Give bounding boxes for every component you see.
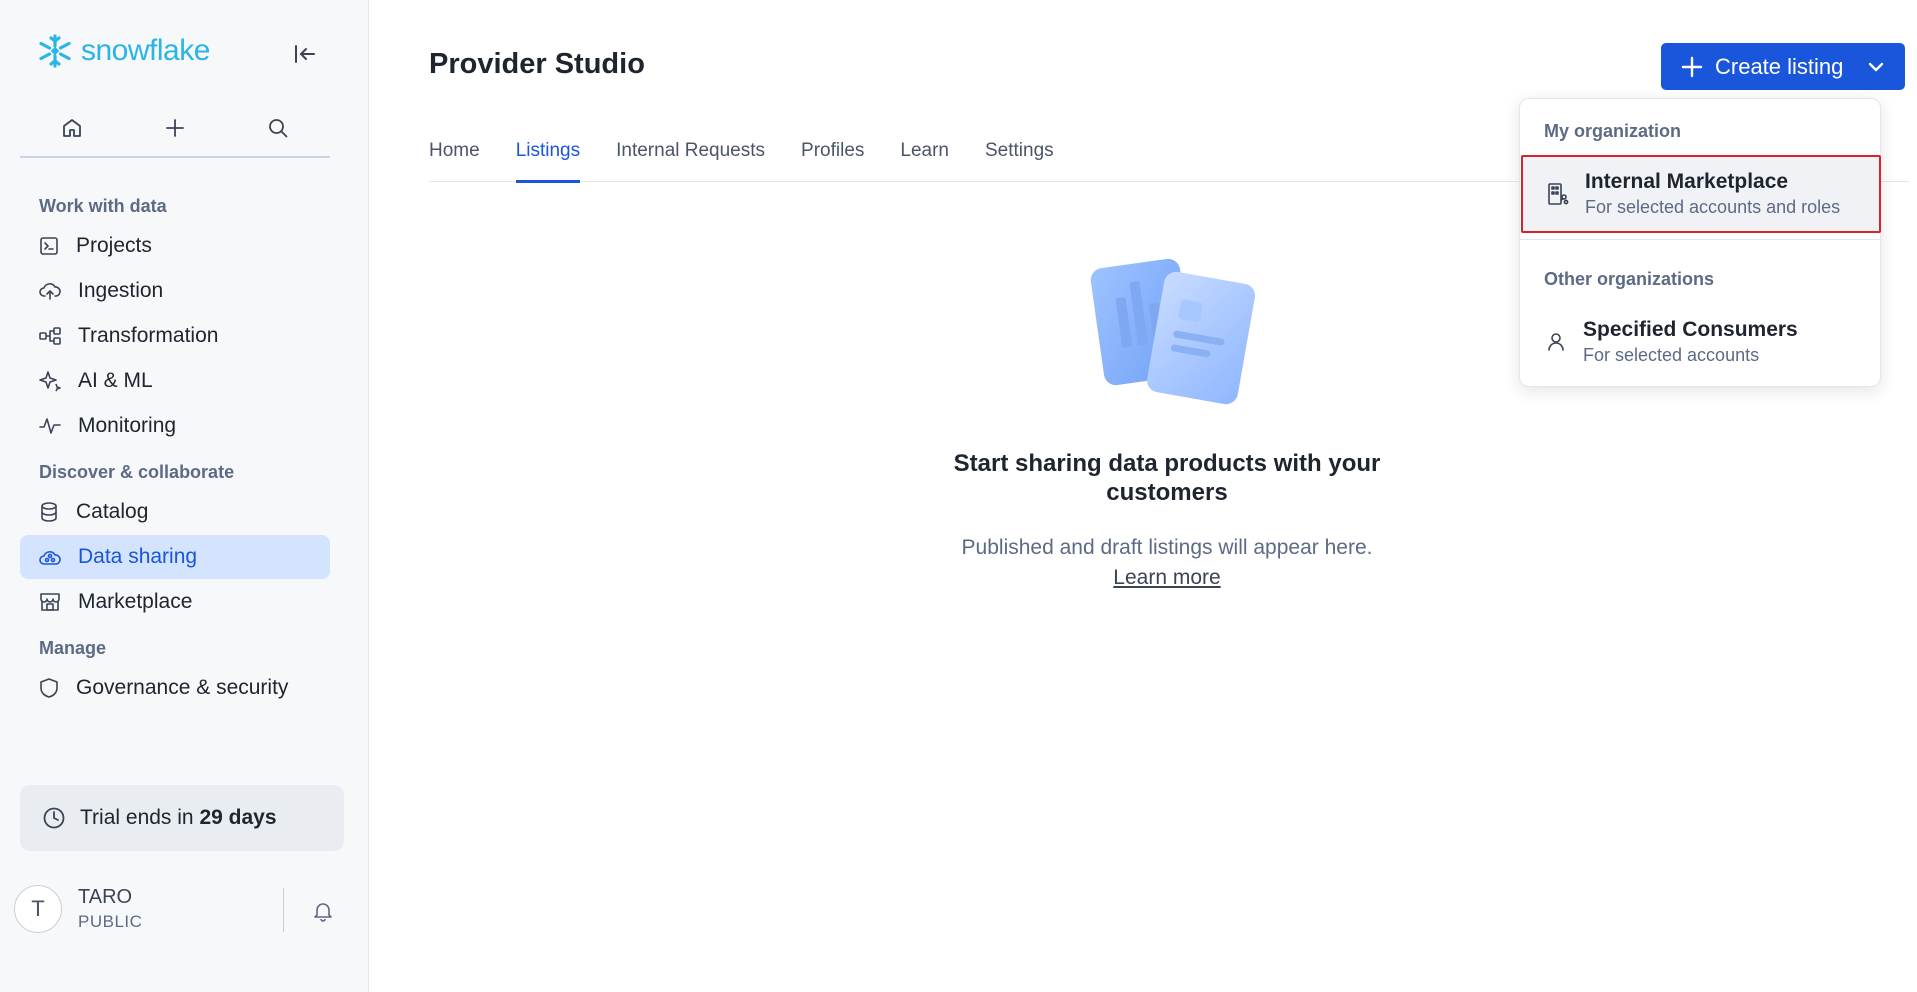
trial-text: Trial ends in 29 days [80,806,277,830]
chevron-down-icon [1868,62,1884,71]
shield-icon [40,678,58,698]
sidebar-item-label: Governance & security [76,676,289,699]
avatar: T [14,885,62,933]
clock-icon [43,807,65,829]
sidebar-item-label: Data sharing [78,545,198,568]
menu-item-label: Specified Consumers [1583,318,1798,341]
sidebar-item-ai-ml[interactable]: AI & ML [20,359,330,403]
trial-banner[interactable]: Trial ends in 29 days [20,785,344,851]
section-discover-collaborate: Discover & collaborate [39,462,235,482]
collapse-left-icon [295,45,315,63]
share-cloud-icon [39,551,61,565]
learn-more-link[interactable]: Learn more [1113,566,1220,589]
trial-days: 29 days [199,806,277,829]
plus-icon [1681,56,1703,77]
menu-item-specified-consumers[interactable]: Specified Consumers For selected account… [1521,303,1881,381]
sidebar-item-transformation[interactable]: Transformation [20,314,330,358]
sidebar-item-label: Marketplace [78,590,193,613]
sidebar-item-data-sharing[interactable]: Data sharing [20,535,330,579]
snowflake-logo[interactable]: snowflake [37,33,210,69]
user-name: TARO [78,886,133,908]
sparkle-icon [39,371,61,392]
sidebar-item-governance[interactable]: Governance & security [20,666,330,710]
dropdown-divider [1520,239,1880,240]
sidebar-item-catalog[interactable]: Catalog [20,490,330,534]
sidebar-item-marketplace[interactable]: Marketplace [20,580,330,624]
menu-item-description: For selected accounts [1583,345,1760,365]
user-menu[interactable]: T TARO PUBLIC [14,884,142,934]
menu-item-description: For selected accounts and roles [1585,197,1841,217]
sidebar-item-label: Ingestion [78,279,164,302]
building-icon [1548,183,1569,205]
trial-prefix: Trial ends in [80,806,194,829]
pulse-icon [39,418,61,434]
user-role: PUBLIC [78,912,143,931]
collapse-sidebar-button[interactable] [290,40,320,68]
sidebar-item-projects[interactable]: Projects [20,224,330,268]
dropdown-header-my-org: My organization [1544,121,1682,141]
menu-item-text: Internal Marketplace For selected accoun… [1585,169,1840,219]
add-button[interactable] [153,106,197,150]
create-listing-dropdown: My organization Internal Marketplace For… [1519,98,1881,387]
empty-state-subtitle: Published and draft listings will appear… [961,536,1373,559]
database-icon [41,502,57,522]
home-button[interactable] [50,106,94,150]
cloud-upload-icon [39,283,61,300]
search-button[interactable] [256,106,300,150]
user-info: TARO PUBLIC [78,884,142,934]
sidebar-item-label: Transformation [78,324,219,347]
empty-state-title: Start sharing data products with your cu… [953,450,1381,506]
terminal-icon [40,237,58,255]
tab-listings[interactable]: Listings [515,126,581,183]
menu-item-label: Internal Marketplace [1585,170,1789,193]
sidebar-nav: Work with data Projects Ingestion Transf… [20,188,330,738]
tab-internal-requests[interactable]: Internal Requests [616,126,765,182]
listings-empty-illustration [1090,258,1255,405]
storefront-icon [40,593,60,611]
snowflake-logo-icon [39,34,71,68]
notifications-button[interactable] [308,896,338,926]
tab-profiles[interactable]: Profiles [801,126,864,182]
tab-learn[interactable]: Learn [900,126,949,182]
tab-settings[interactable]: Settings [985,126,1054,182]
section-work-with-data: Work with data [39,196,167,216]
home-icon [62,119,81,137]
menu-item-text: Specified Consumers For selected account… [1583,317,1798,367]
sidebar-item-label: Monitoring [78,414,177,437]
user-divider [283,888,284,932]
quick-actions [20,100,330,158]
menu-item-internal-marketplace[interactable]: Internal Marketplace For selected accoun… [1521,155,1881,233]
sidebar-item-label: Projects [76,234,152,257]
sidebar: snowflake Work with data Projects Ingest… [0,0,369,992]
logo-text: snowflake [81,34,210,67]
sidebar-item-label: AI & ML [78,369,153,392]
sidebar-item-monitoring[interactable]: Monitoring [20,404,330,448]
bell-icon [314,903,332,922]
sidebar-item-label: Catalog [76,500,149,523]
plus-icon [166,119,184,137]
person-icon [1548,333,1564,351]
dropdown-header-other-orgs: Other organizations [1544,269,1715,289]
search-icon [269,119,288,138]
sidebar-item-ingestion[interactable]: Ingestion [20,269,330,313]
create-listing-button[interactable]: Create listing [1661,43,1905,90]
page-title: Provider Studio [429,48,645,80]
create-listing-label: Create listing [1715,53,1844,79]
learn-more-container: Learn more [900,563,1434,593]
tab-home[interactable]: Home [429,126,480,182]
flow-icon [39,327,61,345]
section-manage: Manage [39,638,107,658]
